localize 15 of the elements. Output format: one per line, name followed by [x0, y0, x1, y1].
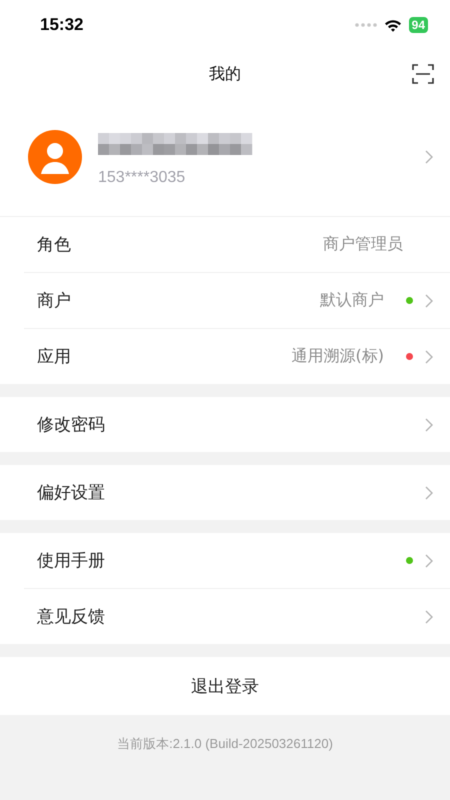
scan-icon[interactable]: [412, 64, 434, 84]
menu-row-text: 角色 商户管理员: [36, 233, 404, 257]
status-time: 15:32: [40, 15, 84, 35]
menu-row[interactable]: 使用手册: [24, 533, 450, 588]
version-text: 当前版本:2.1.0 (Build-202503261120): [117, 735, 333, 753]
phone-number: 153****3035: [98, 169, 186, 187]
menu-row[interactable]: 意见反馈: [24, 588, 450, 644]
menu-row[interactable]: 应用 通用溯源(标): [24, 328, 450, 384]
menu-row[interactable]: 商户 默认商户: [24, 272, 450, 328]
signal-icon: [354, 23, 377, 27]
logout-button[interactable]: 退出登录: [0, 657, 450, 715]
battery-icon: 94: [408, 17, 428, 33]
page-title: 我的: [209, 64, 241, 84]
wifi-icon: [384, 18, 402, 32]
avatar-icon: [28, 130, 82, 184]
